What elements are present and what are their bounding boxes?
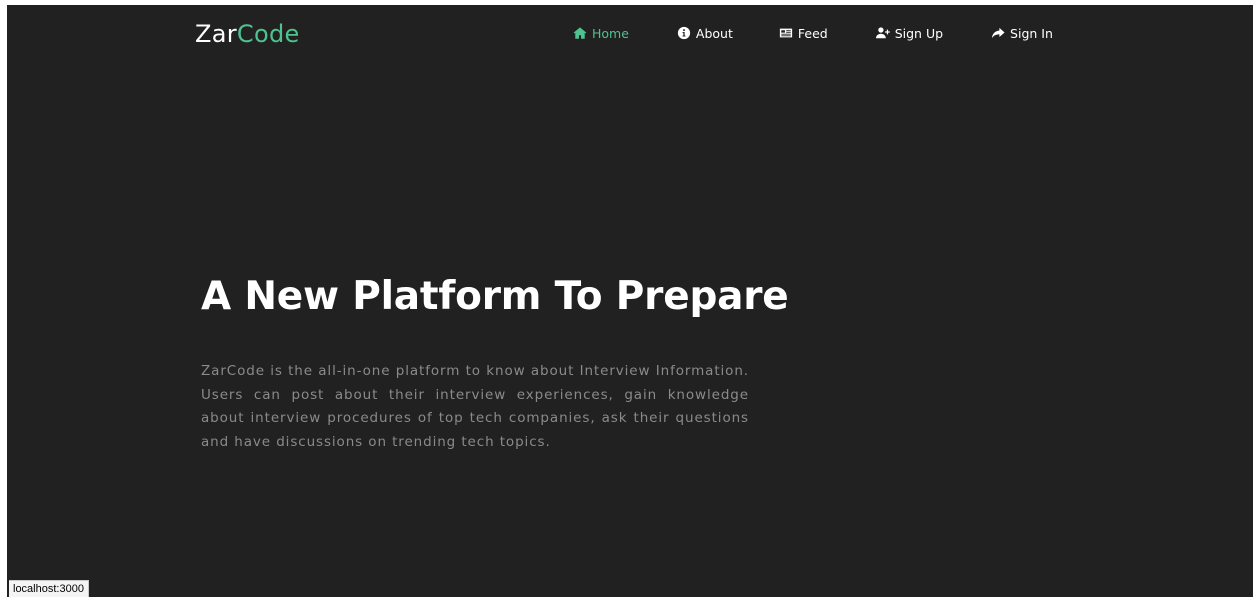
brand-logo[interactable]: ZarCode	[195, 20, 300, 48]
brand-name-part2: Code	[236, 20, 300, 48]
share-arrow-icon	[991, 26, 1005, 40]
nav-item-sign-in[interactable]: Sign In	[991, 26, 1053, 41]
user-plus-icon	[875, 26, 890, 40]
newspaper-icon	[779, 26, 793, 40]
nav-item-about[interactable]: About	[677, 26, 733, 41]
nav-item-sign-up[interactable]: Sign Up	[875, 25, 944, 41]
brand-name-part1: Zar	[195, 20, 237, 48]
home-icon	[573, 26, 587, 40]
main-nav: Home About Feed Sign Up Sign In	[573, 23, 1053, 43]
nav-item-home[interactable]: Home	[573, 26, 629, 41]
nav-label-about: About	[695, 25, 733, 41]
nav-item-feed[interactable]: Feed	[779, 26, 828, 41]
nav-label-feed: Feed	[797, 25, 828, 41]
nav-label-sign-up: Sign Up	[894, 25, 944, 41]
nav-label-sign-in: Sign In	[1010, 25, 1053, 41]
page-container: ZarCode Home About Feed Sign Up Sign In …	[7, 5, 1253, 597]
nav-label-home: Home	[592, 25, 629, 41]
hero-title: A New Platform To Prepare	[201, 274, 789, 319]
info-circle-icon	[677, 26, 691, 40]
status-bar-url: localhost:3000	[9, 580, 89, 597]
hero-description: ZarCode is the all-in-one platform to kn…	[201, 363, 749, 450]
